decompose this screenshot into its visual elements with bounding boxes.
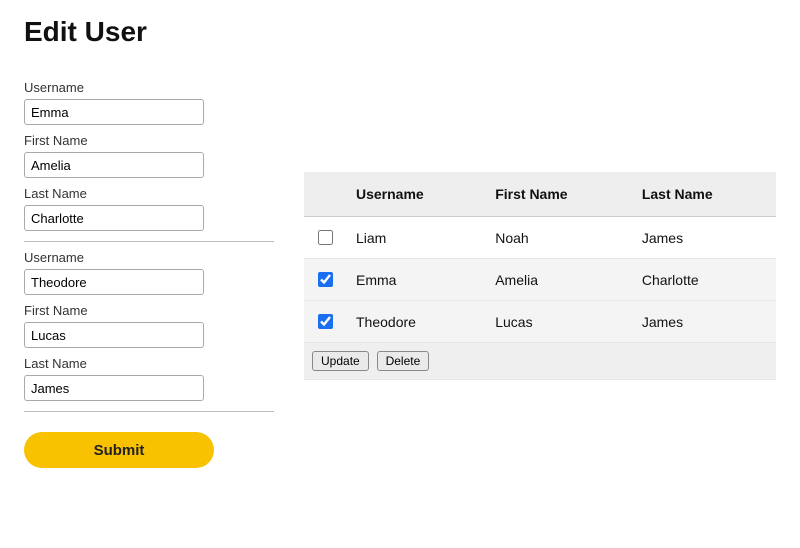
form-group-1: Username First Name Last Name — [24, 250, 274, 412]
cell-lastname: James — [632, 217, 776, 259]
firstname-input[interactable] — [24, 152, 204, 178]
cell-username: Theodore — [346, 301, 485, 343]
firstname-input[interactable] — [24, 322, 204, 348]
table-row: Emma Amelia Charlotte — [304, 259, 776, 301]
cell-firstname: Amelia — [485, 259, 632, 301]
username-label: Username — [24, 80, 274, 95]
username-input[interactable] — [24, 269, 204, 295]
lastname-input[interactable] — [24, 205, 204, 231]
row-checkbox[interactable] — [318, 272, 333, 287]
page-title: Edit User — [24, 16, 776, 48]
col-checkbox — [304, 172, 346, 217]
col-lastname: Last Name — [632, 172, 776, 217]
cell-username: Liam — [346, 217, 485, 259]
username-label: Username — [24, 250, 274, 265]
col-firstname: First Name — [485, 172, 632, 217]
firstname-label: First Name — [24, 303, 274, 318]
cell-firstname: Lucas — [485, 301, 632, 343]
users-table-container: Username First Name Last Name Liam Noah … — [304, 172, 776, 380]
cell-lastname: James — [632, 301, 776, 343]
table-action-row: Update Delete — [304, 343, 776, 380]
row-checkbox[interactable] — [318, 314, 333, 329]
username-input[interactable] — [24, 99, 204, 125]
form-group-0: Username First Name Last Name — [24, 80, 274, 242]
submit-button[interactable]: Submit — [24, 432, 214, 468]
table-row: Theodore Lucas James — [304, 301, 776, 343]
delete-button[interactable]: Delete — [377, 351, 430, 371]
edit-form: Username First Name Last Name Username F… — [24, 72, 274, 468]
row-checkbox[interactable] — [318, 230, 333, 245]
table-row: Liam Noah James — [304, 217, 776, 259]
lastname-label: Last Name — [24, 186, 274, 201]
users-table: Username First Name Last Name Liam Noah … — [304, 172, 776, 380]
update-button[interactable]: Update — [312, 351, 369, 371]
col-username: Username — [346, 172, 485, 217]
firstname-label: First Name — [24, 133, 274, 148]
lastname-input[interactable] — [24, 375, 204, 401]
lastname-label: Last Name — [24, 356, 274, 371]
cell-firstname: Noah — [485, 217, 632, 259]
cell-username: Emma — [346, 259, 485, 301]
cell-lastname: Charlotte — [632, 259, 776, 301]
